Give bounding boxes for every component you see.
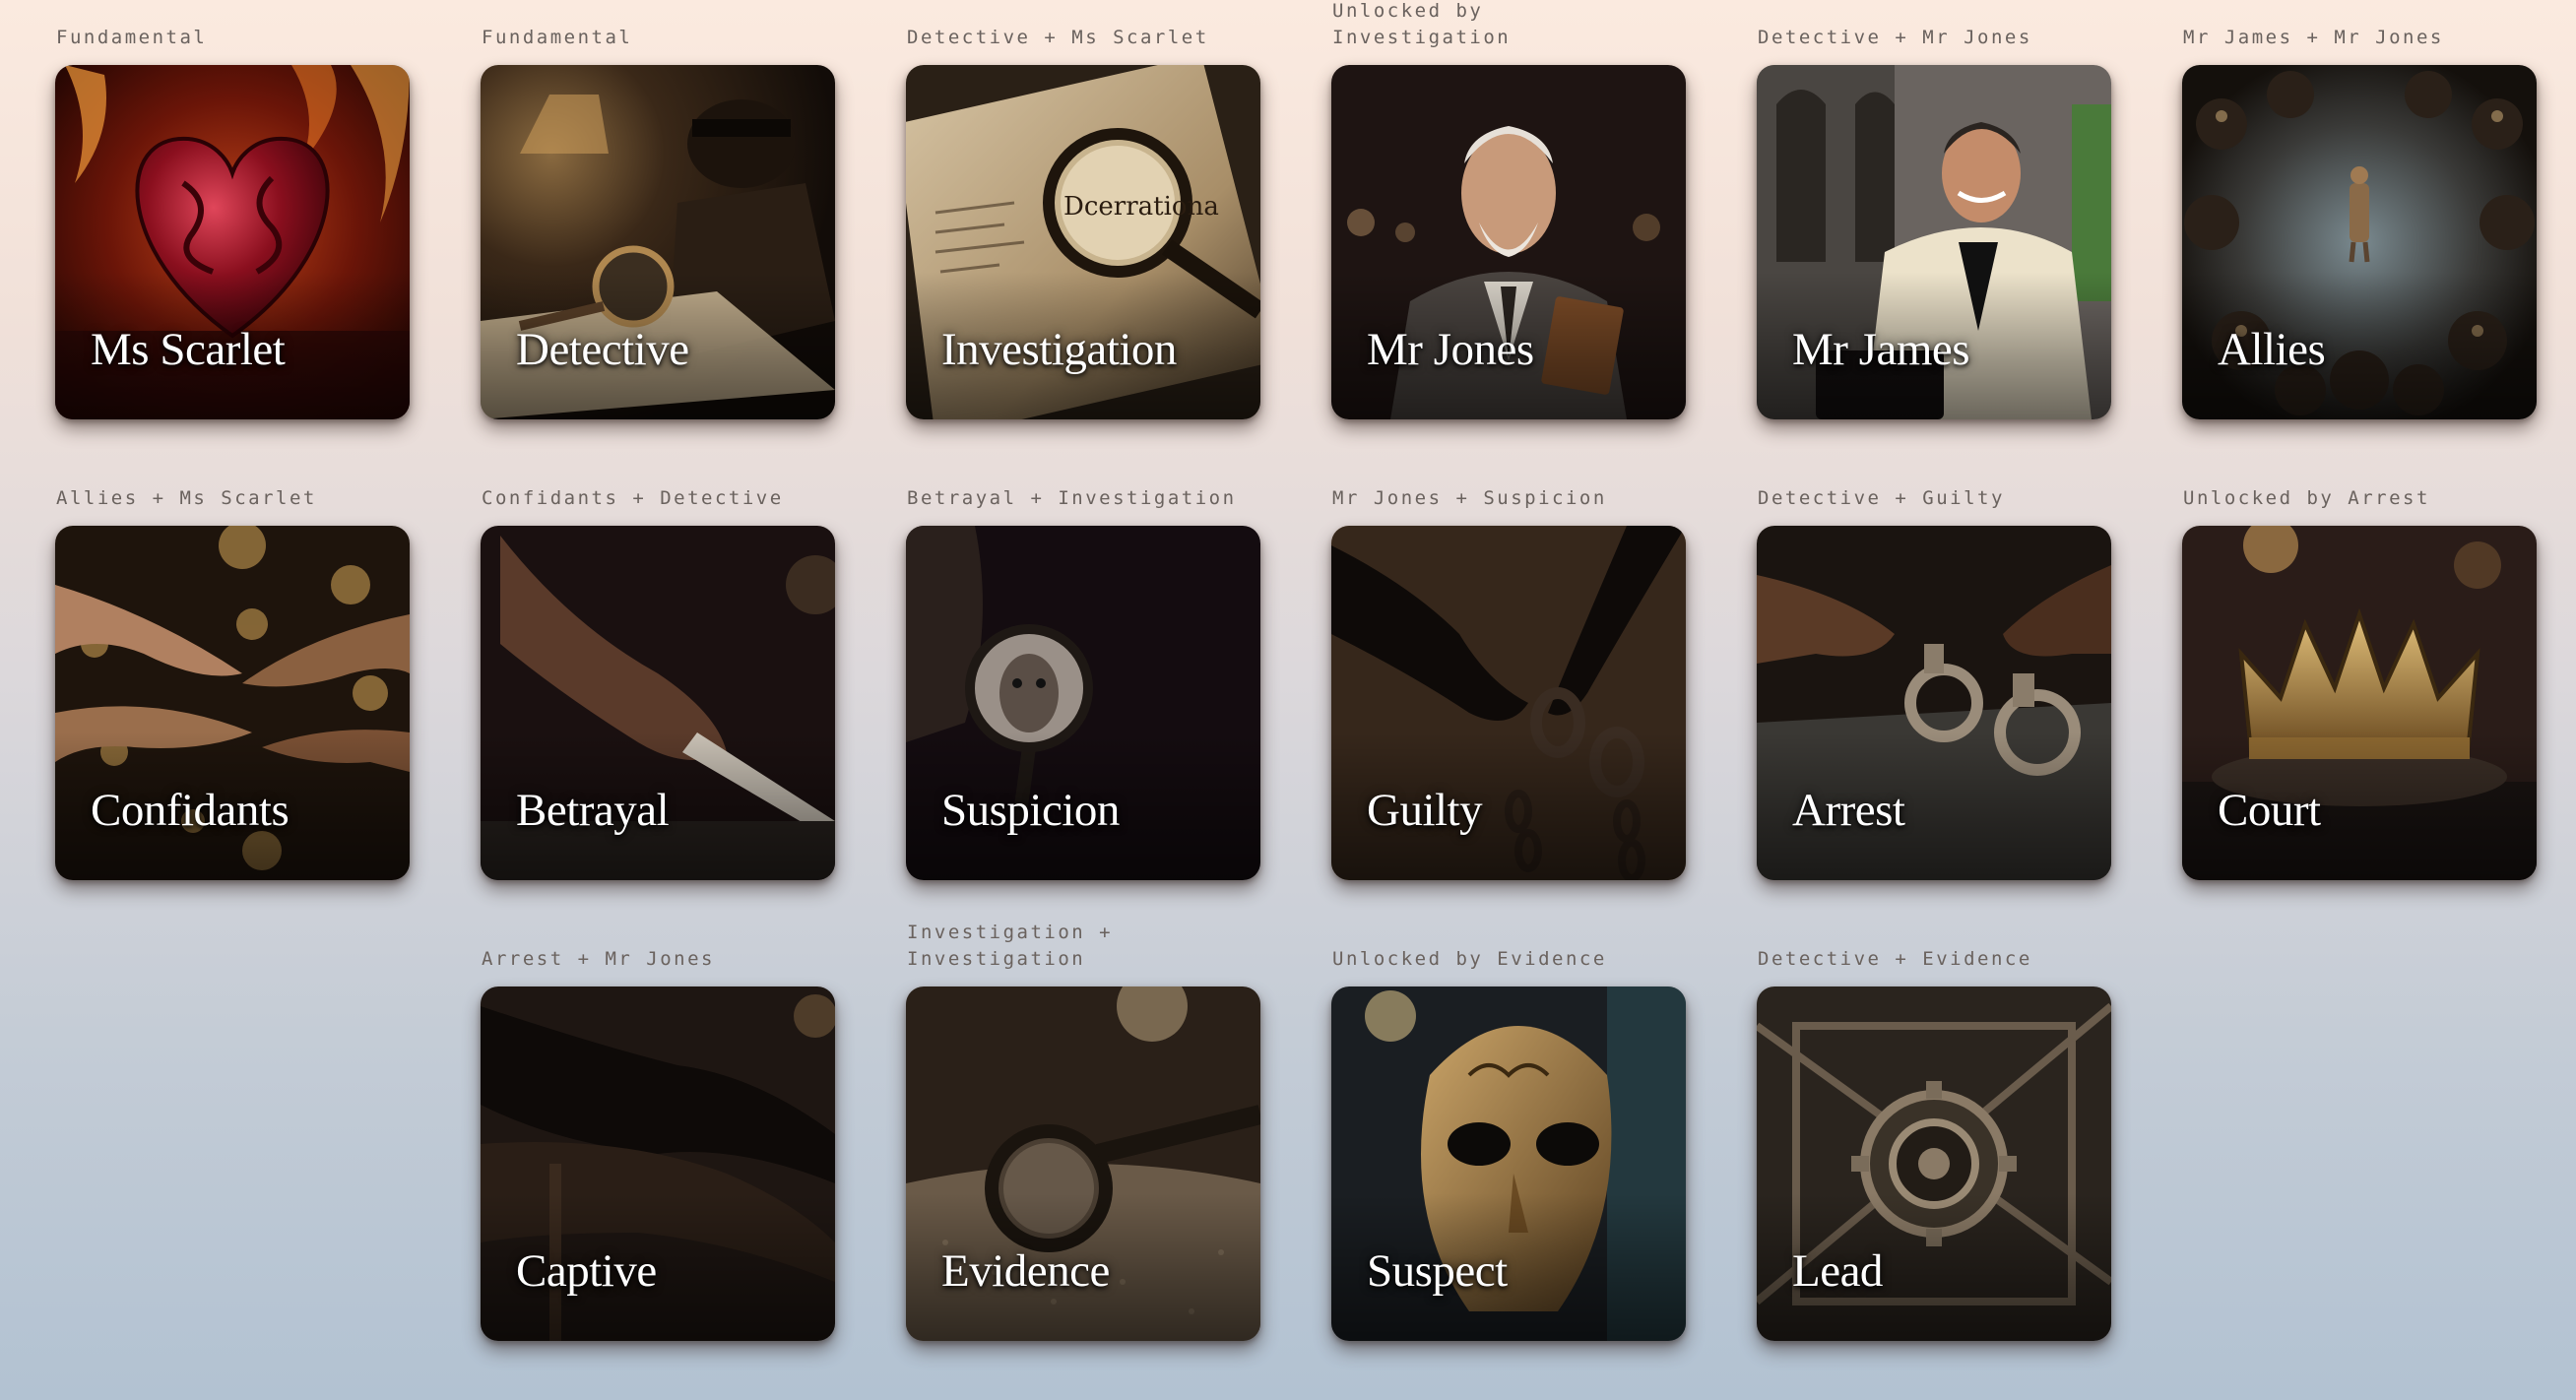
- card-tile[interactable]: Mr James: [1757, 65, 2111, 419]
- card-caption: Unlocked by Investigation: [1332, 0, 1512, 48]
- card-title: Ms Scarlet: [91, 324, 286, 375]
- card-title: Arrest: [1792, 785, 1905, 836]
- card-caption: Unlocked by Evidence: [1332, 948, 1607, 970]
- card-detective[interactable]: Fundamental Detective: [481, 27, 835, 419]
- card-suspicion[interactable]: Betrayal + Investigation Suspicion: [906, 487, 1260, 880]
- card-tile[interactable]: Guilty: [1331, 526, 1686, 880]
- card-caption: Unlocked by Arrest: [2183, 487, 2430, 509]
- card-title: Suspect: [1367, 1245, 1508, 1297]
- card-title: Evidence: [941, 1245, 1110, 1297]
- card-court[interactable]: Unlocked by Arrest Court: [2182, 487, 2537, 880]
- card-caption: Investigation + Investigation: [907, 922, 1114, 970]
- card-betrayal[interactable]: Confidants + Detective Betrayal: [481, 487, 835, 880]
- card-guilty[interactable]: Mr Jones + Suspicion Guilty: [1331, 487, 1686, 880]
- card-caption: Fundamental: [56, 27, 208, 48]
- card-evidence[interactable]: Investigation + Investigation Evidence: [906, 922, 1260, 1341]
- card-caption: Allies + Ms Scarlet: [56, 487, 317, 509]
- card-title: Betrayal: [516, 785, 670, 836]
- card-title: Mr James: [1792, 324, 1970, 375]
- svg-text:Dcerrationa: Dcerrationa: [1063, 192, 1219, 222]
- card-title: Allies: [2218, 324, 2326, 375]
- card-caption: Detective + Ms Scarlet: [907, 27, 1209, 48]
- card-ms-scarlet[interactable]: Fundamental Ms Scarlet: [55, 27, 410, 419]
- card-tile[interactable]: Suspect: [1331, 986, 1686, 1341]
- card-tile[interactable]: Court: [2182, 526, 2537, 880]
- card-tile[interactable]: Captive: [481, 986, 835, 1341]
- card-title: Confidants: [91, 785, 290, 836]
- card-title: Investigation: [941, 324, 1177, 375]
- card-title: Guilty: [1367, 785, 1483, 836]
- card-mr-james[interactable]: Detective + Mr Jones Mr James: [1757, 27, 2111, 419]
- card-caption: Betrayal + Investigation: [907, 487, 1237, 509]
- card-caption: Detective + Guilty: [1758, 487, 2005, 509]
- card-caption: Detective + Mr Jones: [1758, 27, 2032, 48]
- card-title: Mr Jones: [1367, 324, 1534, 375]
- card-tile[interactable]: Dcerrationa Investigation: [906, 65, 1260, 419]
- card-tile[interactable]: Ms Scarlet: [55, 65, 410, 419]
- card-caption: Mr Jones + Suspicion: [1332, 487, 1607, 509]
- card-caption: Detective + Evidence: [1758, 948, 2032, 970]
- card-investigation[interactable]: Detective + Ms Scarlet Dcerrationa Inves…: [906, 27, 1260, 419]
- card-tile[interactable]: Arrest: [1757, 526, 2111, 880]
- card-caption: Mr James + Mr Jones: [2183, 27, 2444, 48]
- card-captive[interactable]: Arrest + Mr Jones Captive: [481, 948, 835, 1341]
- card-suspect[interactable]: Unlocked by Evidence Suspect: [1331, 948, 1686, 1341]
- card-title: Suspicion: [941, 785, 1120, 836]
- card-tile[interactable]: Allies: [2182, 65, 2537, 419]
- card-title: Lead: [1792, 1245, 1883, 1297]
- card-caption: Arrest + Mr Jones: [482, 948, 715, 970]
- card-caption: Fundamental: [482, 27, 633, 48]
- card-mr-jones[interactable]: Unlocked by Investigation Mr Jones: [1331, 0, 1686, 419]
- card-tile[interactable]: Lead: [1757, 986, 2111, 1341]
- card-tile[interactable]: Evidence: [906, 986, 1260, 1341]
- card-confidants[interactable]: Allies + Ms Scarlet Confidants: [55, 487, 410, 880]
- card-tile[interactable]: Detective: [481, 65, 835, 419]
- card-title: Captive: [516, 1245, 657, 1297]
- card-lead[interactable]: Detective + Evidence Lead: [1757, 948, 2111, 1341]
- card-arrest[interactable]: Detective + Guilty Arrest: [1757, 487, 2111, 880]
- card-tile[interactable]: Suspicion: [906, 526, 1260, 880]
- card-title: Detective: [516, 324, 689, 375]
- card-allies[interactable]: Mr James + Mr Jones Allies: [2182, 27, 2537, 419]
- card-title: Court: [2218, 785, 2321, 836]
- card-tile[interactable]: Mr Jones: [1331, 65, 1686, 419]
- card-tile[interactable]: Confidants: [55, 526, 410, 880]
- card-tile[interactable]: Betrayal: [481, 526, 835, 880]
- card-caption: Confidants + Detective: [482, 487, 784, 509]
